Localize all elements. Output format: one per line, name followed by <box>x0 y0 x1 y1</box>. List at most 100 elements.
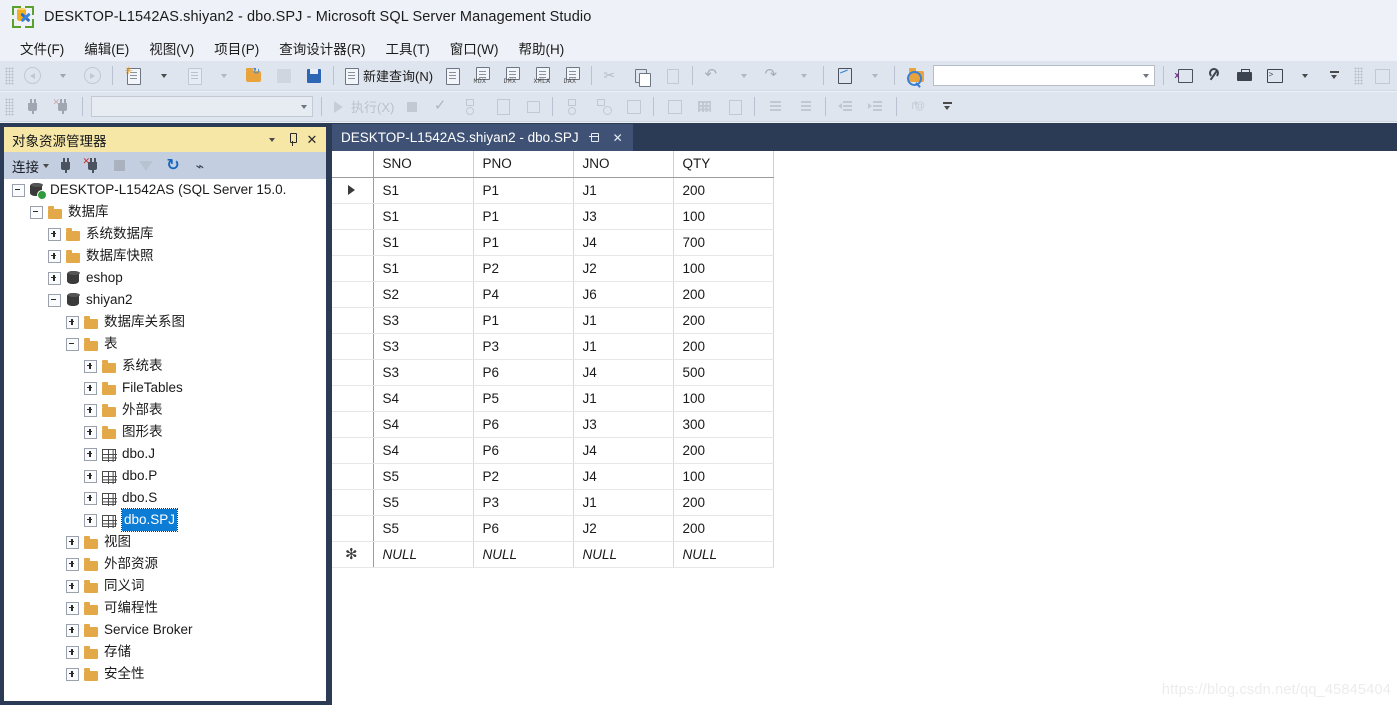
grid-cell[interactable]: 100 <box>673 385 773 411</box>
tree-node[interactable]: eshop <box>4 267 326 289</box>
grid-cell[interactable]: P6 <box>473 411 573 437</box>
toolbar-grip[interactable] <box>5 67 14 85</box>
tree-node[interactable]: 数据库快照 <box>4 245 326 267</box>
grid-cell[interactable]: P5 <box>473 385 573 411</box>
grid-cell[interactable]: P1 <box>473 229 573 255</box>
add-item-button[interactable] <box>179 64 207 88</box>
analysis-services-button[interactable]: x <box>1170 64 1198 88</box>
tree-node[interactable]: 图形表 <box>4 421 326 443</box>
grid-cell[interactable]: J1 <box>573 489 673 515</box>
save-all-button[interactable] <box>299 64 327 88</box>
tree-node[interactable]: shiyan2 <box>4 289 326 311</box>
table-row[interactable]: S1P2J2100 <box>330 255 773 281</box>
grid-cell[interactable]: P6 <box>473 359 573 385</box>
include-live-stats-button[interactable] <box>589 95 617 119</box>
execute-button[interactable]: 执行(X) <box>328 95 396 119</box>
grid-row-header[interactable] <box>330 463 373 489</box>
grid-cell[interactable]: S5 <box>373 489 473 515</box>
grid-cell[interactable]: 100 <box>673 255 773 281</box>
tree-node[interactable]: Service Broker <box>4 619 326 641</box>
table-row[interactable]: S4P6J4200 <box>330 437 773 463</box>
undo-button[interactable]: ↶ <box>699 64 727 88</box>
comment-lines-button[interactable] <box>761 95 789 119</box>
tree-node[interactable]: 数据库关系图 <box>4 311 326 333</box>
grid-cell[interactable]: S4 <box>373 437 473 463</box>
object-explorer-tree[interactable]: DESKTOP-L1542AS (SQL Server 15.0.数据库系统数据… <box>4 179 326 701</box>
grid-cell[interactable]: S1 <box>373 177 473 203</box>
grid-cell[interactable]: J3 <box>573 411 673 437</box>
panel-menu-button[interactable] <box>262 130 282 150</box>
grid-cell[interactable]: S1 <box>373 255 473 281</box>
grid-row-header[interactable] <box>330 229 373 255</box>
expand-icon[interactable] <box>84 448 97 461</box>
grid-cell[interactable]: 200 <box>673 333 773 359</box>
expand-icon[interactable] <box>66 316 79 329</box>
grid-cell[interactable]: J2 <box>573 515 673 541</box>
grid-cell[interactable]: 500 <box>673 359 773 385</box>
grid-cell[interactable]: S4 <box>373 411 473 437</box>
expand-icon[interactable] <box>66 558 79 571</box>
grid-cell[interactable]: 200 <box>673 307 773 333</box>
tab-close-button[interactable]: ✕ <box>609 129 627 147</box>
grid-cell[interactable]: P1 <box>473 307 573 333</box>
connect-dropdown-button[interactable]: 连接 <box>12 156 50 176</box>
grid-cell[interactable]: P2 <box>473 255 573 281</box>
grid-cell[interactable]: S5 <box>373 515 473 541</box>
grid-cell[interactable]: S5 <box>373 463 473 489</box>
grid-cell[interactable]: S3 <box>373 359 473 385</box>
new-xmla-query-button[interactable]: XMLA <box>527 64 555 88</box>
table-row[interactable]: S5P2J4100 <box>330 463 773 489</box>
tree-node[interactable]: 外部表 <box>4 399 326 421</box>
table-row[interactable]: S3P6J4500 <box>330 359 773 385</box>
expand-icon[interactable] <box>48 272 61 285</box>
tree-node[interactable]: FileTables <box>4 377 326 399</box>
grid-cell[interactable]: P2 <box>473 463 573 489</box>
grid-cell[interactable]: J4 <box>573 437 673 463</box>
expand-icon[interactable] <box>66 646 79 659</box>
grid-row-header[interactable] <box>330 515 373 541</box>
expand-icon[interactable] <box>84 514 97 527</box>
grid-column-header[interactable]: QTY <box>673 151 773 177</box>
grid-cell[interactable]: P3 <box>473 489 573 515</box>
menu-tools[interactable]: 工具(T) <box>376 35 440 61</box>
grid-row-header[interactable] <box>330 333 373 359</box>
paste-button[interactable] <box>658 64 686 88</box>
grid-cell[interactable]: 200 <box>673 177 773 203</box>
grid-row-header[interactable] <box>330 411 373 437</box>
navigate-back-dropdown[interactable] <box>48 64 76 88</box>
results-numbering-button[interactable] <box>660 95 688 119</box>
open-file-button[interactable]: ↻ <box>239 64 267 88</box>
tree-node[interactable]: 可编程性 <box>4 597 326 619</box>
expand-icon[interactable] <box>66 602 79 615</box>
include-actual-plan-button[interactable] <box>559 95 587 119</box>
grid-cell[interactable]: S3 <box>373 307 473 333</box>
grid-cell[interactable]: J1 <box>573 307 673 333</box>
tree-node[interactable]: 视图 <box>4 531 326 553</box>
add-item-dropdown[interactable] <box>209 64 237 88</box>
grid-cell[interactable]: J4 <box>573 359 673 385</box>
table-row[interactable]: ✻NULLNULLNULLNULL <box>330 541 773 567</box>
tree-node[interactable]: 系统数据库 <box>4 223 326 245</box>
tree-node[interactable]: 同义词 <box>4 575 326 597</box>
increase-indent-button[interactable] <box>862 95 890 119</box>
grid-cell[interactable]: NULL <box>573 541 673 567</box>
uncomment-lines-button[interactable] <box>791 95 819 119</box>
new-mdx-query-button[interactable]: MDX <box>467 64 495 88</box>
tree-node[interactable]: dbo.SPJ <box>4 509 326 531</box>
collapse-icon[interactable] <box>12 184 25 197</box>
expand-icon[interactable] <box>66 668 79 681</box>
panel-pin-button[interactable] <box>282 130 302 150</box>
oe-refresh-button[interactable]: ↻ <box>161 155 185 177</box>
grid-cell[interactable]: 100 <box>673 463 773 489</box>
menu-query-designer[interactable]: 查询设计器(R) <box>269 35 375 61</box>
expand-icon[interactable] <box>84 360 97 373</box>
grid-cell[interactable]: J1 <box>573 177 673 203</box>
new-project-button[interactable]: ✳ <box>119 64 147 88</box>
table-row[interactable]: S2P4J6200 <box>330 281 773 307</box>
expand-icon[interactable] <box>84 492 97 505</box>
toolbox-button[interactable] <box>1230 64 1258 88</box>
expand-icon[interactable] <box>84 404 97 417</box>
grid-cell[interactable]: J1 <box>573 333 673 359</box>
grid-row-header[interactable] <box>330 203 373 229</box>
options-button[interactable] <box>1200 64 1228 88</box>
